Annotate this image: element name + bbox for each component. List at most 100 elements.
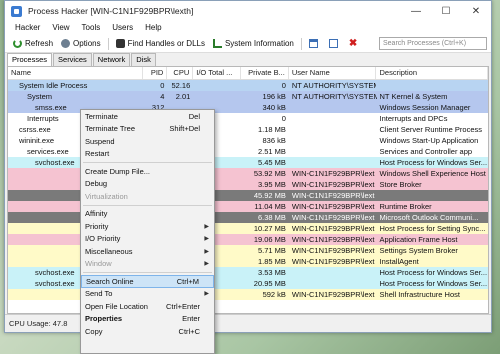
process-hacker-icon <box>11 5 22 17</box>
process-private-bytes: 6.38 MB <box>257 213 286 222</box>
context-menu-label: Send To <box>85 289 113 299</box>
search-processes-input[interactable]: Search Processes (Ctrl+K) <box>379 37 487 50</box>
cpu-usage-status: CPU Usage: 47.8 <box>9 319 68 328</box>
process-user: WIN-C1N1F929BPR\lext <box>291 290 375 299</box>
close-button[interactable]: ✕ <box>461 1 491 21</box>
submenu-arrow-icon: ▶ <box>204 236 209 243</box>
title-bar: Process Hacker [WIN-C1N1F929BPR\lexth] —… <box>5 1 491 21</box>
context-menu-item-affinity[interactable]: Affinity <box>81 208 214 221</box>
process-description: Settings System Broker <box>379 246 458 255</box>
context-menu-shortcut: Del <box>188 111 200 121</box>
process-user <box>289 124 377 135</box>
column-description[interactable]: Description <box>376 67 488 79</box>
process-user <box>289 102 377 113</box>
process-user: WIN-C1N1F929BPR\lext <box>291 246 375 255</box>
menu-view[interactable]: View <box>46 21 75 35</box>
process-user: WIN-C1N1F929BPR\lext <box>291 224 375 233</box>
menu-tools[interactable]: Tools <box>76 21 107 35</box>
submenu-arrow-icon: ▶ <box>204 291 209 298</box>
column-io-total[interactable]: I/O Total ... <box>193 67 242 79</box>
menu-help[interactable]: Help <box>139 21 167 35</box>
column-pid[interactable]: PID <box>143 67 168 79</box>
context-menu-item-miscellaneous[interactable]: Miscellaneous ▶ <box>81 245 214 258</box>
context-menu-item-properties[interactable]: Properties Enter <box>81 313 214 326</box>
context-menu-label: Terminate <box>85 111 118 121</box>
context-menu-item-copy[interactable]: Copy Ctrl+C <box>81 325 214 338</box>
refresh-label: Refresh <box>25 39 54 48</box>
refresh-icon <box>13 39 22 48</box>
context-menu-shortcut: Shift+Del <box>169 124 200 134</box>
context-menu-item-search-online[interactable]: Search Online Ctrl+M <box>81 275 214 288</box>
submenu-arrow-icon: ▶ <box>204 248 209 255</box>
tab-services[interactable]: Services <box>53 53 92 66</box>
context-menu-label: Affinity <box>85 209 108 219</box>
process-name: System <box>27 92 53 101</box>
context-menu-item-priority[interactable]: Priority ▶ <box>81 220 214 233</box>
menu-users[interactable]: Users <box>106 21 139 35</box>
tab-network[interactable]: Network <box>92 53 131 66</box>
options-label: Options <box>73 39 101 48</box>
process-description: Shell Infrastructure Host <box>379 290 460 299</box>
process-private-bytes: 5.71 MB <box>257 246 286 255</box>
context-menu: Terminate Del Terminate Tree Shift+Del Suspe… <box>80 109 215 354</box>
process-name: System Idle Process <box>19 81 88 90</box>
process-user: WIN-C1N1F929BPR\lext <box>291 169 375 178</box>
maximize-button[interactable]: ☐ <box>431 1 461 21</box>
context-menu-shortcut: Ctrl+Enter <box>166 301 200 311</box>
column-private-bytes[interactable]: Private B... <box>241 67 289 79</box>
process-description <box>377 190 488 201</box>
context-menu-label: Copy <box>85 326 103 336</box>
process-description: Windows Session Manager <box>379 103 471 112</box>
terminate-toolbar-button[interactable]: ✖ <box>345 36 361 52</box>
context-menu-item-i-o-priority[interactable]: I/O Priority ▶ <box>81 233 214 246</box>
process-user: WIN-C1N1F929BPR\lext <box>291 202 375 211</box>
tab-disk[interactable]: Disk <box>131 53 156 66</box>
context-menu-item-send-to[interactable]: Send To ▶ <box>81 288 214 301</box>
column-name[interactable]: Name <box>8 67 144 79</box>
refresh-button[interactable]: Refresh <box>9 36 57 52</box>
tab-processes[interactable]: Processes <box>7 53 53 66</box>
context-menu-shortcut: Enter <box>182 314 200 324</box>
crosshair-icon <box>328 39 338 48</box>
crosshair-button[interactable] <box>325 36 345 52</box>
context-menu-shortcut: Ctrl+M <box>176 276 199 286</box>
context-menu-item-terminate-tree[interactable]: Terminate Tree Shift+Del <box>81 123 214 136</box>
process-description: Host Process for Setting Sync... <box>379 224 486 233</box>
context-menu-label: Window <box>85 259 112 269</box>
process-hacker-window: Process Hacker [WIN-C1N1F929BPR\lexth] —… <box>4 0 492 333</box>
context-menu-item-terminate[interactable]: Terminate Del <box>81 110 214 123</box>
window-icon-button[interactable] <box>305 36 325 52</box>
process-private-bytes: 196 kB <box>262 92 286 101</box>
process-private-bytes: 592 kB <box>262 290 286 299</box>
process-io <box>193 80 241 91</box>
find-handles-button[interactable]: Find Handles or DLLs <box>112 36 209 52</box>
process-private-bytes: 3.53 MB <box>257 268 286 277</box>
context-menu-item-restart[interactable]: Restart <box>81 148 214 161</box>
minimize-button[interactable]: — <box>401 1 431 21</box>
context-menu-item-debug[interactable]: Debug <box>81 178 214 191</box>
menu-bar: Hacker View Tools Users Help <box>5 21 491 35</box>
process-private-bytes: 3.95 MB <box>257 180 286 189</box>
process-user <box>289 146 377 157</box>
process-description: Windows Shell Experience Host <box>379 169 486 178</box>
process-description: Host Process for Windows Ser... <box>379 158 488 167</box>
context-menu-item-suspend[interactable]: Suspend <box>81 135 214 148</box>
submenu-arrow-icon: ▶ <box>204 223 209 230</box>
menu-hacker[interactable]: Hacker <box>9 21 46 35</box>
process-user: WIN-C1N1F929BPR\lext <box>291 257 375 266</box>
table-row[interactable]: System Idle Process 0 52.16 0 NT AUTHORITY\S… <box>8 80 488 91</box>
table-row[interactable]: System 4 2.01 196 kB NT AUTHORITY\SYSTEM NT K… <box>8 91 488 102</box>
process-private-bytes: 5.45 MB <box>257 158 286 167</box>
process-private-bytes: 45.92 MB <box>253 191 286 200</box>
context-menu-item-open-file-location[interactable]: Open File Location Ctrl+Enter <box>81 300 214 313</box>
system-information-button[interactable]: System Information <box>209 36 298 52</box>
column-user-name[interactable]: User Name <box>289 67 377 79</box>
context-menu-label: I/O Priority <box>85 234 121 244</box>
process-private-bytes: 0 <box>281 81 286 90</box>
options-button[interactable]: Options <box>57 36 105 52</box>
context-menu-item-create-dump-file[interactable]: Create Dump File... <box>81 165 214 178</box>
process-user: WIN-C1N1F929BPR\lext <box>291 235 375 244</box>
process-private-bytes: 53.92 MB <box>253 169 286 178</box>
context-menu-label: Properties <box>85 314 123 324</box>
column-cpu[interactable]: CPU <box>167 67 194 79</box>
